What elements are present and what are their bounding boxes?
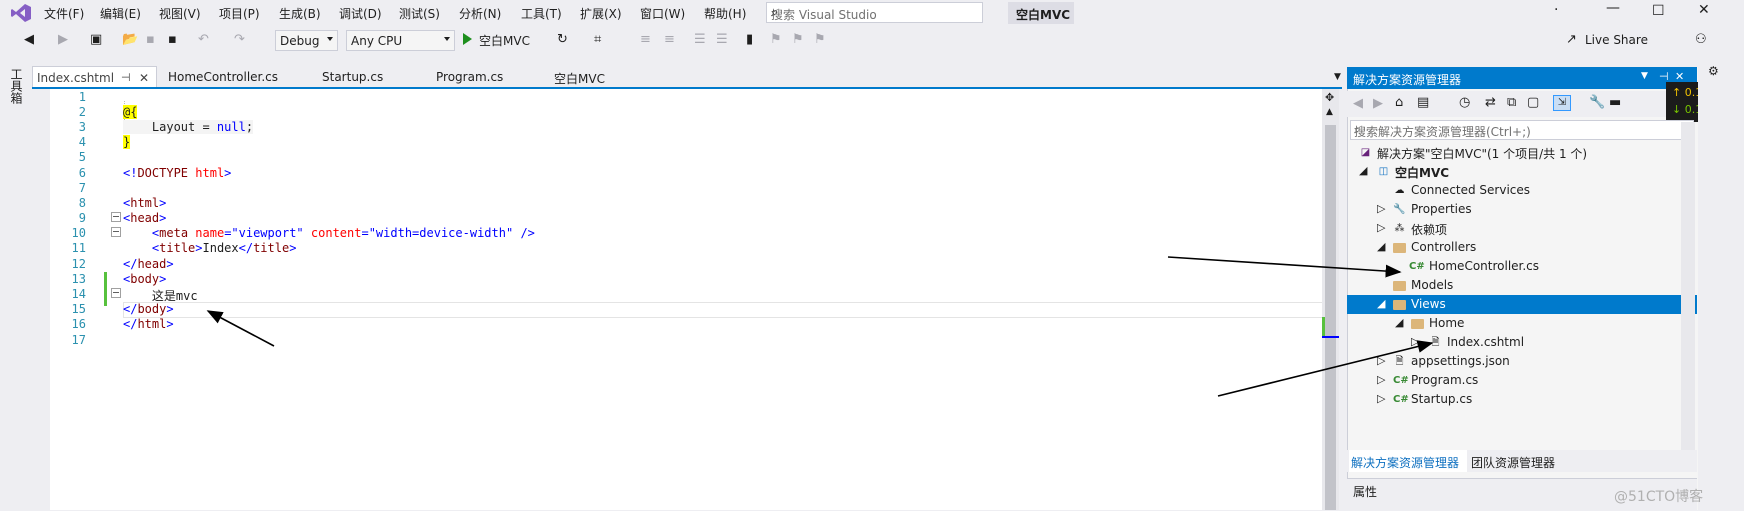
annotation-arrow-view	[1217, 340, 1434, 397]
annotation-arrows	[206, 256, 1434, 397]
annotation-arrow-code	[206, 310, 275, 347]
annotation-arrow-controller	[1167, 256, 1402, 278]
watermark: @51CTO博客	[1614, 489, 1704, 505]
